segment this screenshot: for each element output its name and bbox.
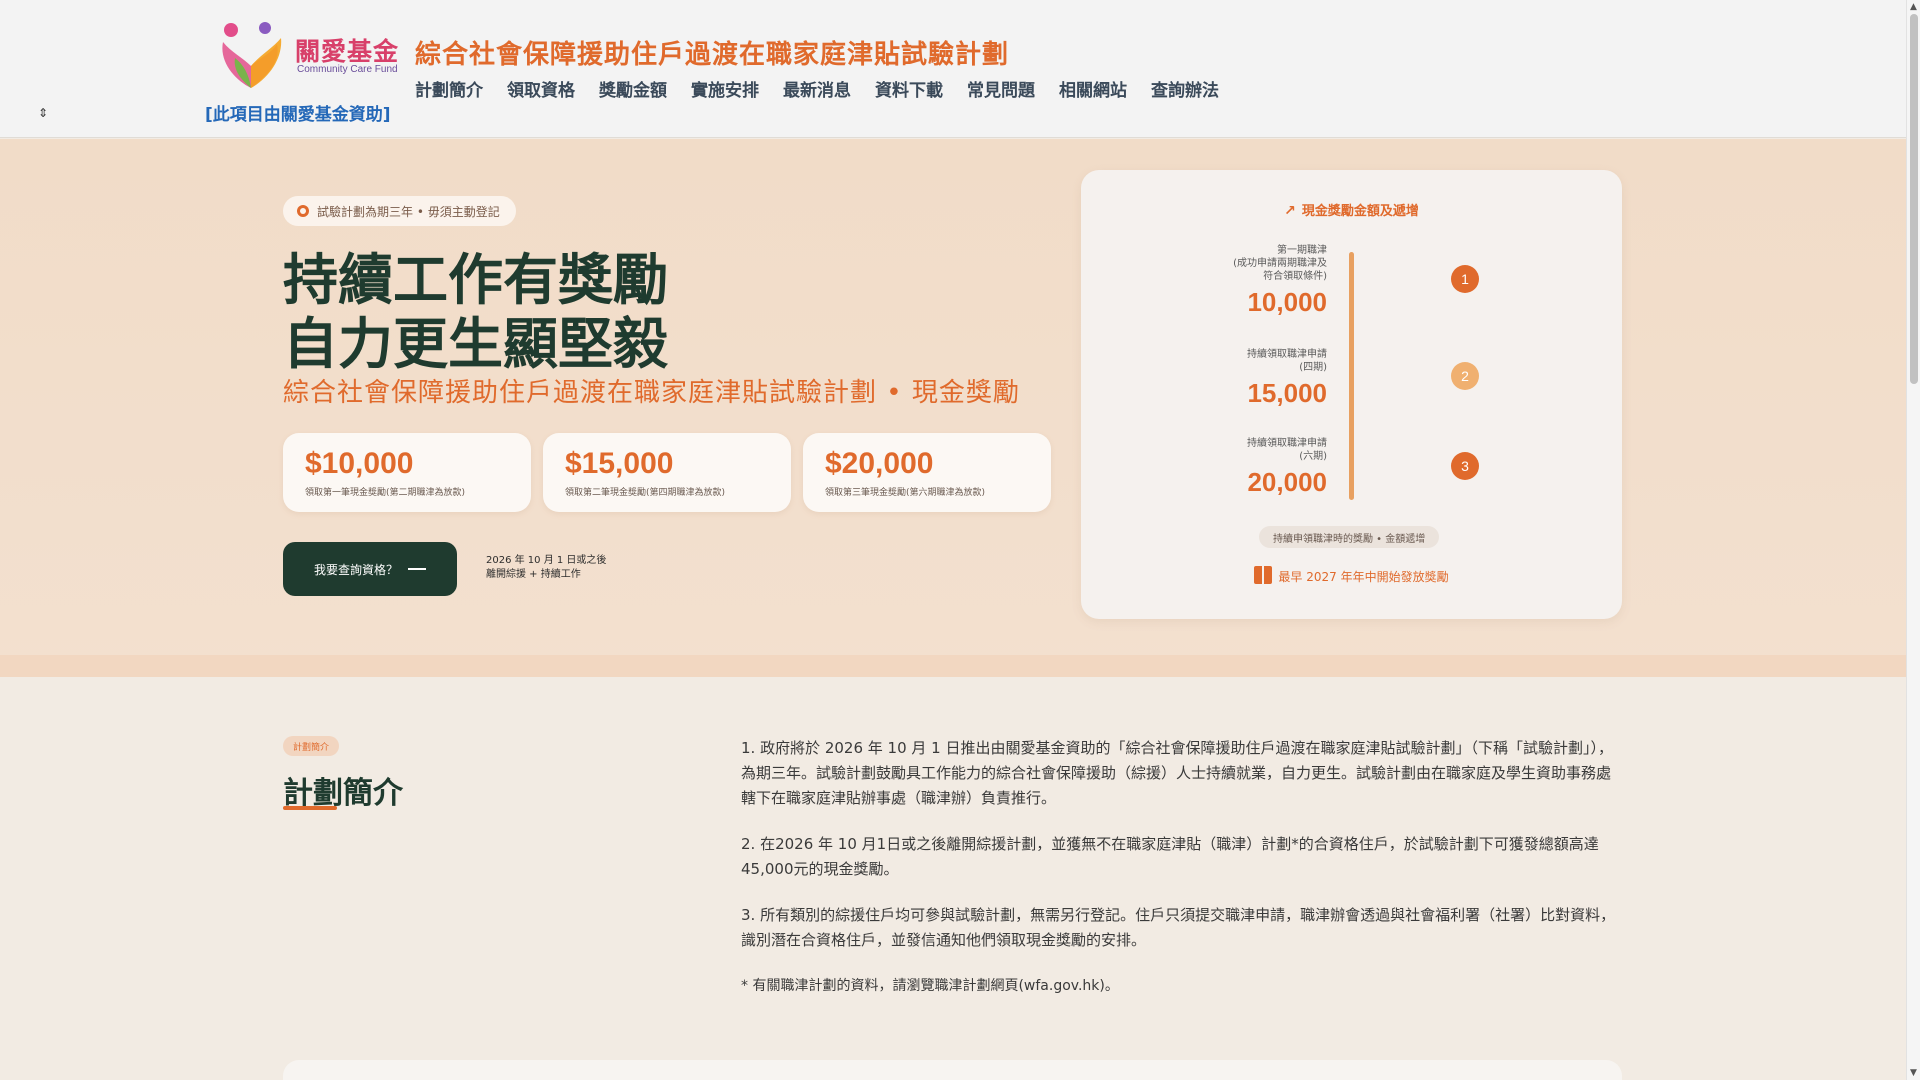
label-line: 第一期職津 xyxy=(1277,245,1327,256)
hero-headline-line1: 持續工作有獎勵 xyxy=(283,248,669,312)
timeline-step3-amount: 20,000 xyxy=(1247,467,1327,497)
check-eligibility-button[interactable]: 我要查詢資格？ xyxy=(283,542,457,596)
site-title[interactable]: 綜合社會保障援助住戶過渡在職家庭津貼試驗計劃 xyxy=(415,34,1009,71)
timeline-step2-label: 持續領取職津申請 (四期) xyxy=(1247,348,1327,374)
page-scrollbar[interactable]: ▲ ▼ xyxy=(1906,0,1920,1080)
hero-headline-line2: 自力更生顯堅毅 xyxy=(283,312,669,376)
intro-body: 1. 政府將於 2026 年 10 月 1 日推出由關愛基金資助的「綜合社會保障… xyxy=(741,736,1618,1020)
amount-desc: 領取第二筆現金獎勵(第四期職津為放款) xyxy=(565,488,726,498)
scroll-thumb[interactable] xyxy=(1910,14,1918,384)
amount-card-2: $15,000 領取第二筆現金獎勵(第四期職津為放款) xyxy=(543,433,791,512)
nav-item-eligibility[interactable]: 領取資格 xyxy=(507,76,575,101)
timeline-chip: 持續申領職津時的獎勵 • 金額遞增 xyxy=(1259,526,1440,548)
step-2-badge: 2 xyxy=(1451,362,1479,390)
hero-subtitle: 綜合社會保障援助住戶過渡在職家庭津貼試驗計劃 • 現金獎勵 xyxy=(283,378,1020,408)
nav-item-downloads[interactable]: 資料下載 xyxy=(875,76,943,101)
reward-timeline-card: ↗ 現金獎勵金額及遞增 第一期職津 (成功申請兩期職津及 符合領取條件) 10,0… xyxy=(1081,170,1622,619)
cta-note: 2026 年 10 月 1 日或之後 離開綜援 + 持續工作 xyxy=(486,554,606,582)
site-header: 關愛基金 Community Care Fund [此項目由關愛基金資助] 綜合… xyxy=(0,0,1906,138)
nav-item-links[interactable]: 相關網站 xyxy=(1059,76,1127,101)
amount-value: $10,000 xyxy=(305,447,414,480)
cta-note-line1: 2026 年 10 月 1 日或之後 xyxy=(486,555,607,566)
timeline-footer: 最早 2027 年年中開始發放獎勵 xyxy=(1081,566,1622,585)
label-line: (成功申請兩期職津及 xyxy=(1233,258,1327,269)
logo-name-en: Community Care Fund xyxy=(297,64,398,75)
amount-value: $15,000 xyxy=(565,447,674,480)
label-line: 持續領取職津申請 xyxy=(1247,349,1327,360)
timeline-title: ↗ 現金獎勵金額及遞增 xyxy=(1081,200,1622,219)
amount-card-3: $20,000 領取第三筆現金獎勵(第六期職津為放款) xyxy=(803,433,1051,512)
amount-value: $20,000 xyxy=(825,447,934,480)
timeline-step1-amount: 10,000 xyxy=(1247,287,1327,317)
timeline-step3-label: 持續領取職津申請 (六期) xyxy=(1247,437,1327,463)
gift-icon xyxy=(1254,566,1273,584)
timeline-footer-text: 最早 2027 年年中開始發放獎勵 xyxy=(1278,570,1449,584)
timeline-title-text: 現金獎勵金額及遞增 xyxy=(1301,204,1419,219)
scroll-up-icon[interactable]: ▲ xyxy=(1910,2,1917,12)
logo-name-zh: 關愛基金 xyxy=(295,37,400,66)
nav-item-news[interactable]: 最新消息 xyxy=(783,76,851,101)
amount-card-1: $10,000 領取第一筆現金獎勵(第二期職津為放款) xyxy=(283,433,531,512)
scroll-down-icon[interactable]: ▼ xyxy=(1910,1068,1917,1078)
intro-paragraph: 2. 在2026 年 10 月1日或之後離開綜援計劃，並獲無不在職家庭津貼（職津… xyxy=(741,835,1599,878)
arrow-right-icon xyxy=(408,568,426,570)
hero-headline: 持續工作有獎勵 自力更生顯堅毅 xyxy=(283,248,668,376)
hero-pill-badge: 試驗計劃為期三年 • 毋須主動登記 xyxy=(283,196,516,226)
label-line: (四期) xyxy=(1299,362,1327,373)
timeline-step2-amount: 15,000 xyxy=(1247,378,1327,408)
check-eligibility-label: 我要查詢資格？ xyxy=(313,562,398,577)
timeline-step1-label: 第一期職津 (成功申請兩期職津及 符合領取條件) xyxy=(1233,244,1327,283)
community-care-fund-logo[interactable]: 關愛基金 Community Care Fund xyxy=(213,18,398,92)
funding-note: [此項目由關愛基金資助] xyxy=(205,105,391,125)
next-section-card xyxy=(283,1060,1622,1080)
nav-item-enquiry[interactable]: 查詢辦法 xyxy=(1151,76,1219,101)
hero-pill-text: 試驗計劃為期三年 • 毋須主動登記 xyxy=(317,204,500,219)
amount-desc: 領取第一筆現金獎勵(第二期職津為放款) xyxy=(305,488,466,498)
nav-item-amount[interactable]: 獎勵金額 xyxy=(599,76,667,101)
label-line: 符合領取條件) xyxy=(1263,271,1327,282)
intro-paragraph: 1. 政府將於 2026 年 10 月 1 日推出由關愛基金資助的「綜合社會保障… xyxy=(741,739,1613,807)
hero-bottom-band xyxy=(0,655,1906,677)
main-nav: 計劃簡介 領取資格 獎勵金額 實施安排 最新消息 資料下載 常見問題 相關網站 … xyxy=(415,76,1243,101)
nav-item-arrangements[interactable]: 實施安排 xyxy=(691,76,759,101)
trending-up-icon: ↗ xyxy=(1284,203,1296,219)
menu-toggle-icon[interactable]: ⇕ xyxy=(38,106,48,120)
nav-item-faq[interactable]: 常見問題 xyxy=(967,76,1035,101)
check-circle-icon xyxy=(297,205,309,217)
section-tag: 計劃簡介 xyxy=(283,736,340,756)
timeline-line xyxy=(1349,252,1354,500)
intro-footnote[interactable]: * 有關職津計劃的資料，請瀏覽職津計劃網頁(wfa.gov.hk)。 xyxy=(741,974,1618,999)
cta-note-line2: 離開綜援 + 持續工作 xyxy=(486,569,581,580)
step-1-badge: 1 xyxy=(1451,265,1479,293)
amount-desc: 領取第三筆現金獎勵(第六期職津為放款) xyxy=(825,488,986,498)
label-line: 持續領取職津申請 xyxy=(1247,438,1327,449)
nav-item-overview[interactable]: 計劃簡介 xyxy=(415,76,483,101)
section-title-underline xyxy=(283,806,337,810)
label-line: (六期) xyxy=(1299,451,1327,462)
logo-heart-icon xyxy=(222,22,282,88)
step-3-badge: 3 xyxy=(1451,452,1479,480)
intro-paragraph: 3. 所有類別的綜援住戶均可參與試驗計劃，無需另行登記。住戶只須提交職津申請，職… xyxy=(741,906,1616,949)
